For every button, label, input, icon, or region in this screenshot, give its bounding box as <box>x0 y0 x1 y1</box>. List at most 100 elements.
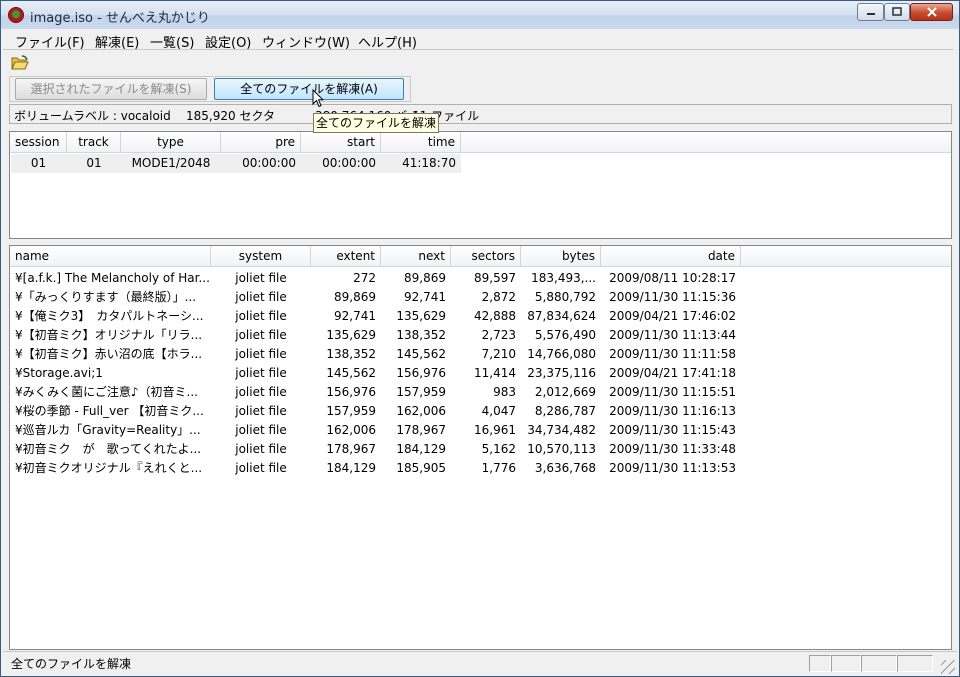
sectors-cell: 11,414 <box>474 366 516 380</box>
extract-selected-button[interactable]: 選択されたファイルを解凍(S) <box>15 78 207 100</box>
extent-cell: 135,629 <box>326 328 376 342</box>
menu-bar: ファイル(F) 解凍(E) 一覧(S) 設定(O) ウィンドウ(W) ヘルプ(H… <box>3 29 953 51</box>
bytes-cell: 5,576,490 <box>534 328 596 342</box>
menu-help[interactable]: ヘルプ(H) <box>358 32 417 51</box>
col-header-start[interactable]: start <box>301 132 381 153</box>
col-header-session[interactable]: session <box>10 132 67 153</box>
system-cell: joliet file <box>235 404 287 418</box>
system-cell: joliet file <box>235 271 287 285</box>
extent-cell: 89,869 <box>334 290 376 304</box>
bytes-cell: 87,834,624 <box>527 309 596 323</box>
name-cell: ¥初音ミク が 歌ってくれたよ... <box>15 442 202 456</box>
system-cell: joliet file <box>235 309 287 323</box>
col-header-sectors[interactable]: sectors <box>451 246 521 267</box>
next-cell: 162,006 <box>396 404 446 418</box>
session-cell: 01 <box>30 156 47 170</box>
system-cell: joliet file <box>235 461 287 475</box>
menu-file[interactable]: ファイル(F) <box>15 32 85 51</box>
menu-window[interactable]: ウィンドウ(W) <box>262 32 350 51</box>
date-cell: 2009/04/21 17:41:18 <box>609 366 736 380</box>
name-cell: ¥【俺ミク3】 カタパルトネーシ... <box>15 309 204 323</box>
name-cell: ¥[a.f.k.] The Melancholy of Har... <box>15 271 210 285</box>
track-list[interactable]: session track type pre start time 01 01 … <box>9 131 952 239</box>
status-panel <box>831 655 861 672</box>
system-cell: joliet file <box>235 385 287 399</box>
col-header-date[interactable]: date <box>601 246 741 267</box>
bytes-cell: 8,286,787 <box>534 404 596 418</box>
date-cell: 2009/11/30 11:33:48 <box>609 442 736 456</box>
mouse-cursor-icon <box>312 89 324 108</box>
maximize-button[interactable] <box>884 3 910 21</box>
extent-cell: 156,976 <box>326 385 376 399</box>
date-cell: 2009/11/30 11:13:44 <box>609 328 736 342</box>
close-button[interactable] <box>910 3 953 21</box>
col-header-extent[interactable]: extent <box>311 246 381 267</box>
col-header-bytes[interactable]: bytes <box>521 246 601 267</box>
next-cell: 156,976 <box>396 366 446 380</box>
date-cell: 2009/11/30 11:13:53 <box>609 461 736 475</box>
volume-label: ボリュームラベル : vocaloid <box>14 109 171 123</box>
sectors-cell: 983 <box>493 385 516 399</box>
system-cell: joliet file <box>235 328 287 342</box>
menu-list[interactable]: 一覧(S) <box>150 32 194 51</box>
file-list[interactable]: name system extent next sectors bytes da… <box>9 245 952 650</box>
system-cell: joliet file <box>235 423 287 437</box>
sectors-cell: 89,597 <box>474 271 516 285</box>
title-bar[interactable]: image.iso - せんべえ丸かじり <box>1 1 959 29</box>
bytes-cell: 10,570,113 <box>527 442 596 456</box>
maximize-icon <box>892 7 902 16</box>
name-cell: ¥Storage.avi;1 <box>15 366 103 380</box>
date-cell: 2009/08/11 10:28:17 <box>609 271 736 285</box>
sectors-cell: 1,776 <box>481 461 516 475</box>
extent-cell: 145,562 <box>326 366 376 380</box>
status-bar: 全てのファイルを解凍 <box>3 651 957 676</box>
minimize-icon <box>866 13 875 15</box>
name-cell: ¥【初音ミク】赤い沼の底【ホラ... <box>15 347 203 361</box>
bytes-cell: 14,766,080 <box>527 347 596 361</box>
sectors-cell: 16,961 <box>474 423 516 437</box>
resize-grip[interactable] <box>941 660 955 674</box>
minimize-button[interactable] <box>857 3 884 21</box>
next-cell: 178,967 <box>396 423 446 437</box>
col-header-time[interactable]: time <box>381 132 461 153</box>
date-cell: 2009/11/30 11:15:51 <box>609 385 736 399</box>
extent-cell: 92,741 <box>334 309 376 323</box>
col-header-type[interactable]: type <box>121 132 221 153</box>
bytes-cell: 5,880,792 <box>534 290 596 304</box>
sectors-cell: 7,210 <box>481 347 516 361</box>
extent-cell: 272 <box>353 271 376 285</box>
extent-cell: 138,352 <box>326 347 376 361</box>
extent-cell: 184,129 <box>326 461 376 475</box>
start-cell: 00:00:00 <box>322 156 376 170</box>
menu-settings[interactable]: 設定(O) <box>205 32 251 51</box>
col-header-system[interactable]: system <box>211 246 311 267</box>
status-panel <box>809 655 831 672</box>
col-header-name[interactable]: name <box>10 246 211 267</box>
col-header-pre[interactable]: pre <box>221 132 301 153</box>
name-cell: ¥巡音ルカ「Gravity=Reality」... <box>15 423 201 437</box>
bytes-cell: 3,636,768 <box>534 461 596 475</box>
bytes-cell: 183,493,... <box>531 271 596 285</box>
system-cell: joliet file <box>235 290 287 304</box>
next-cell: 89,869 <box>404 271 446 285</box>
next-cell: 135,629 <box>396 309 446 323</box>
date-cell: 2009/11/30 11:16:13 <box>609 404 736 418</box>
extract-all-button[interactable]: 全てのファイルを解凍(A) <box>214 78 404 100</box>
col-header-track[interactable]: track <box>67 132 121 153</box>
col-header-next[interactable]: next <box>381 246 451 267</box>
name-cell: ¥【初音ミク】オリジナル「リラ... <box>15 328 203 342</box>
system-cell: joliet file <box>235 366 287 380</box>
status-panel <box>897 655 933 672</box>
extent-cell: 157,959 <box>326 404 376 418</box>
folder-open-icon[interactable] <box>11 55 29 71</box>
name-cell: ¥初音ミクオリジナル『えれくと... <box>15 461 203 475</box>
next-cell: 184,129 <box>396 442 446 456</box>
next-cell: 92,741 <box>404 290 446 304</box>
volume-info-bar: ボリュームラベル : vocaloid 185,920 セクタ 380,764,… <box>9 104 952 124</box>
app-icon[interactable] <box>8 7 24 23</box>
status-text: 全てのファイルを解凍 <box>11 657 132 671</box>
menu-extract[interactable]: 解凍(E) <box>95 32 139 51</box>
date-cell: 2009/11/30 11:15:43 <box>609 423 736 437</box>
name-cell: ¥「みっくりすます（最終版）」... <box>15 290 197 304</box>
name-cell: ¥桜の季節 - Full_ver 【初音ミク... <box>15 404 204 418</box>
